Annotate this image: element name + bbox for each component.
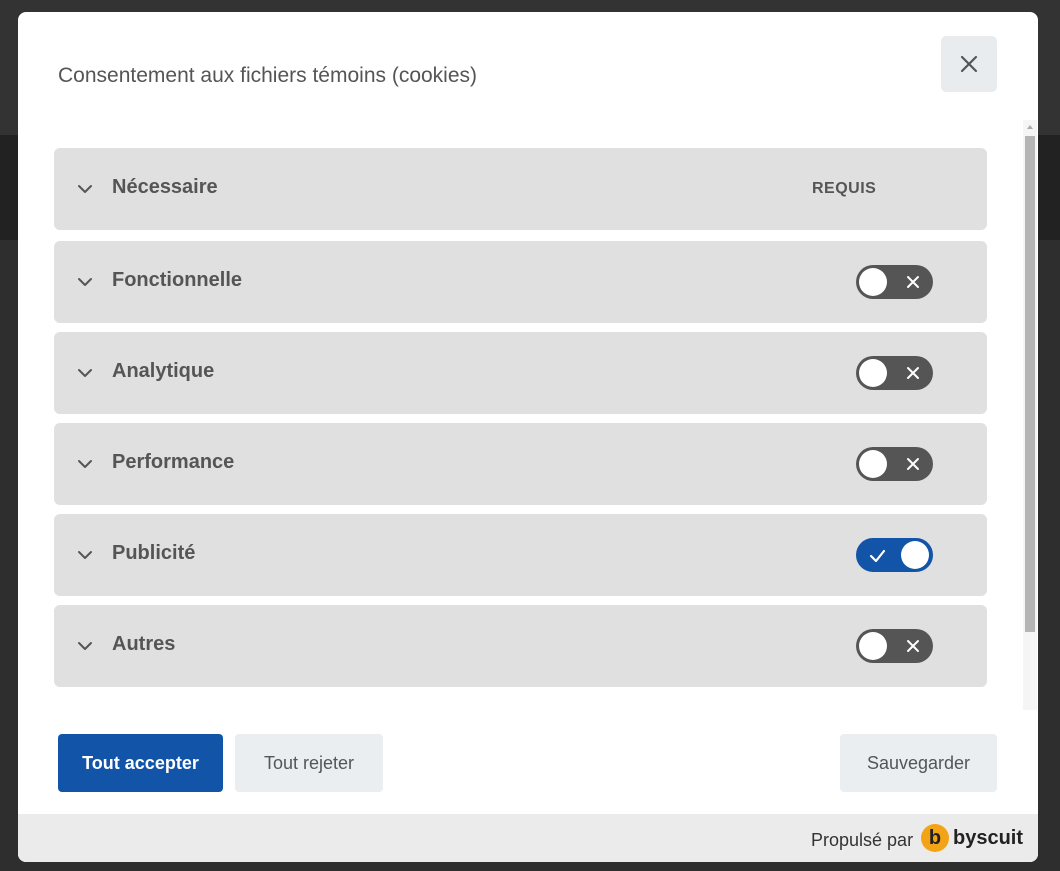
toggle-knob	[859, 359, 887, 387]
toggle-performance[interactable]	[856, 447, 933, 481]
modal-footer: Propulsé par b byscuit	[18, 814, 1038, 862]
category-row-analytique[interactable]: Analytique	[54, 332, 987, 414]
toggle-autres[interactable]	[856, 629, 933, 663]
toggle-knob	[859, 268, 887, 296]
required-badge: REQUIS	[812, 180, 877, 197]
scroll-up-arrow-icon[interactable]	[1025, 122, 1035, 132]
save-button[interactable]: Sauvegarder	[840, 734, 997, 792]
byscuit-brand-name[interactable]: byscuit	[953, 827, 1023, 850]
chevron-down-icon	[78, 460, 92, 468]
category-row-performance[interactable]: Performance	[54, 423, 987, 505]
toggle-knob	[859, 632, 887, 660]
chevron-down-icon	[78, 551, 92, 559]
x-icon	[907, 367, 919, 379]
reject-all-button[interactable]: Tout rejeter	[235, 734, 383, 792]
toggle-knob	[859, 450, 887, 478]
category-label: Nécessaire	[112, 176, 218, 198]
powered-by-text: Propulsé par	[811, 830, 914, 850]
category-row-publicite[interactable]: Publicité	[54, 514, 987, 596]
category-label: Performance	[112, 451, 235, 473]
category-row-necessaire[interactable]: Nécessaire REQUIS	[54, 148, 987, 230]
toggle-analytique[interactable]	[856, 356, 933, 390]
category-row-autres[interactable]: Autres	[54, 605, 987, 687]
close-button[interactable]	[941, 36, 997, 92]
chevron-down-icon	[78, 185, 92, 193]
toggle-knob	[901, 541, 929, 569]
category-label: Autres	[112, 633, 176, 655]
toggle-fonctionnelle[interactable]	[856, 265, 933, 299]
accept-all-button[interactable]: Tout accepter	[58, 734, 223, 792]
toggle-publicite[interactable]	[856, 538, 933, 572]
x-icon	[907, 640, 919, 652]
category-list: Nécessaire REQUIS Fonctionnelle Analytiq…	[54, 148, 987, 708]
modal-title: Consentement aux fichiers témoins (cooki…	[58, 64, 478, 87]
scrollbar-thumb[interactable]	[1025, 136, 1035, 632]
x-icon	[907, 276, 919, 288]
check-icon	[869, 549, 886, 563]
category-label: Fonctionnelle	[112, 269, 242, 291]
chevron-down-icon	[78, 369, 92, 377]
cookie-consent-modal: Consentement aux fichiers témoins (cooki…	[18, 12, 1038, 862]
category-row-fonctionnelle[interactable]: Fonctionnelle	[54, 241, 987, 323]
chevron-down-icon	[78, 278, 92, 286]
chevron-down-icon	[78, 642, 92, 650]
byscuit-logo-initial: b	[928, 827, 942, 849]
close-icon	[960, 55, 978, 73]
category-label: Analytique	[112, 360, 215, 382]
x-icon	[907, 458, 919, 470]
category-label: Publicité	[112, 542, 196, 564]
